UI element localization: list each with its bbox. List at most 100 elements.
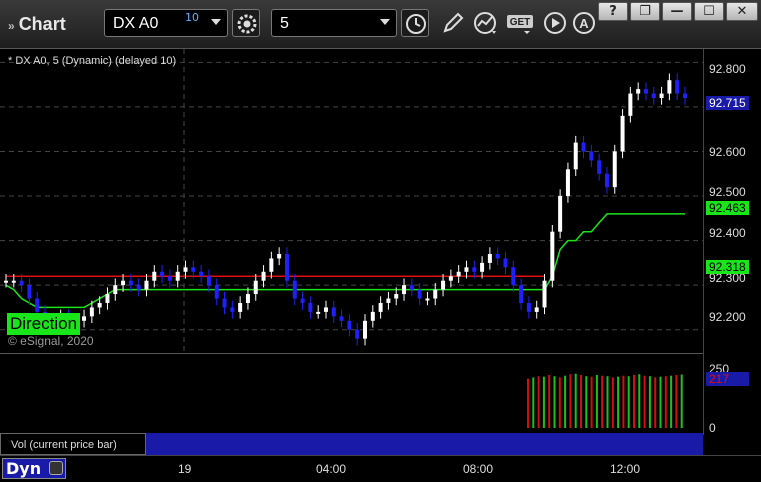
settings-button[interactable] (232, 9, 260, 37)
candle-body (316, 311, 321, 314)
candle-body (199, 271, 204, 277)
volume-bar (527, 378, 529, 428)
get-button[interactable]: GET (506, 9, 534, 37)
candle-body (612, 151, 617, 188)
candle-body (394, 294, 399, 299)
volume-scroll-bar[interactable] (146, 433, 703, 455)
candle-body (355, 329, 360, 339)
volume-chart[interactable] (0, 354, 703, 434)
y-axis[interactable]: 92.800 92.600 92.500 92.400 92.300 92.20… (703, 49, 761, 435)
x-axis[interactable]: Dyn 19 04:00 08:00 12:00 (0, 455, 761, 482)
candle-body (300, 298, 305, 303)
candle-body (160, 271, 165, 277)
draw-button[interactable] (439, 9, 467, 37)
candle-body (683, 93, 687, 99)
candle-body (620, 115, 625, 152)
dynamic-mode-label: Dyn (6, 459, 42, 478)
window-title[interactable]: » Chart (8, 14, 66, 35)
candle-body (409, 285, 414, 290)
volume-bar (659, 376, 662, 428)
maximize-button[interactable]: ☐ (694, 2, 724, 21)
volume-header-label: Vol (current price bar) (11, 439, 117, 451)
interval-field[interactable]: 5 (271, 9, 397, 37)
close-button[interactable]: ✕ (726, 2, 758, 21)
candle-body (534, 307, 539, 312)
volume-header: Vol (current price bar) ✕ (0, 433, 157, 455)
candle-body (331, 307, 336, 317)
volume-bar (648, 376, 651, 428)
gear-icon (237, 14, 257, 34)
candle-body (11, 280, 16, 283)
candle-body (191, 267, 196, 272)
candle-body (277, 253, 282, 259)
studies-button[interactable] (472, 9, 500, 37)
volume-bar (638, 374, 641, 428)
candle-body (448, 276, 453, 281)
candle-body (659, 93, 664, 99)
candle-body (495, 253, 500, 259)
volume-bar (580, 374, 582, 428)
volume-bar (627, 376, 630, 428)
time-button[interactable] (401, 9, 429, 37)
volume-bar (595, 374, 598, 428)
volume-bar (633, 374, 635, 428)
x-tick: 12:00 (610, 462, 641, 476)
volume-bar (601, 375, 604, 428)
candle-body (269, 258, 274, 272)
chevron-down-icon[interactable] (380, 19, 390, 25)
x-tick: 08:00 (463, 462, 494, 476)
volume-bar (606, 376, 609, 428)
dynamic-mode-button[interactable]: Dyn (2, 458, 66, 479)
candle-body (643, 89, 648, 94)
help-button[interactable]: ? (598, 2, 628, 21)
restore-button[interactable]: ❐ (630, 2, 660, 21)
play-button[interactable] (541, 9, 569, 37)
get-label: GET (510, 17, 531, 28)
chevron-down-icon[interactable] (211, 19, 221, 25)
copyright-text: © eSignal, 2020 (8, 334, 94, 348)
candle-body (464, 267, 469, 272)
chart-window: » Chart DX A0 10 5 GET A ? ❐ — ☐ ✕ * DX … (0, 0, 761, 482)
alert-button[interactable]: A (570, 9, 598, 37)
candle-body (206, 276, 211, 286)
candle-body (480, 262, 485, 272)
candle-body (636, 89, 641, 94)
candle-body (222, 298, 227, 308)
candle-body (542, 280, 547, 308)
symbol-delay-badge: 10 (185, 11, 199, 24)
svg-text:A: A (579, 16, 589, 31)
candle-body (386, 298, 391, 303)
candle-body (105, 294, 110, 303)
symbol-field[interactable]: DX A0 10 (104, 9, 228, 37)
candle-body (4, 280, 8, 283)
candle-body (433, 289, 438, 299)
volume-bar (585, 376, 588, 428)
direction-label: Direction (7, 313, 81, 335)
title-chevron-icon: » (8, 19, 15, 33)
price-chart[interactable] (0, 49, 703, 352)
volume-bar (574, 373, 577, 428)
volume-bar (548, 374, 551, 428)
candle-body (121, 280, 126, 286)
studies-icon (474, 12, 496, 34)
green-level-tag: 92.463 (706, 201, 749, 215)
y-tick: 92.800 (709, 62, 746, 76)
volume-pane[interactable] (0, 353, 703, 436)
candle-body (425, 298, 430, 301)
lock-icon[interactable] (49, 461, 63, 475)
last-price-tag: 92.715 (706, 96, 749, 110)
volume-bar (542, 376, 545, 428)
candle-body (667, 80, 672, 94)
minimize-button[interactable]: — (662, 2, 692, 21)
candle-body (651, 93, 656, 99)
price-plot[interactable] (0, 49, 703, 352)
volume-bar (670, 375, 673, 428)
candle-body (487, 253, 492, 263)
candle-body (292, 280, 297, 299)
candle-body (581, 142, 586, 152)
green-level-tag: 92.318 (706, 260, 749, 274)
candle-body (308, 302, 313, 312)
vol-y-tick: 0 (709, 421, 716, 435)
candle-body (573, 142, 578, 170)
y-tick: 92.600 (709, 145, 746, 159)
